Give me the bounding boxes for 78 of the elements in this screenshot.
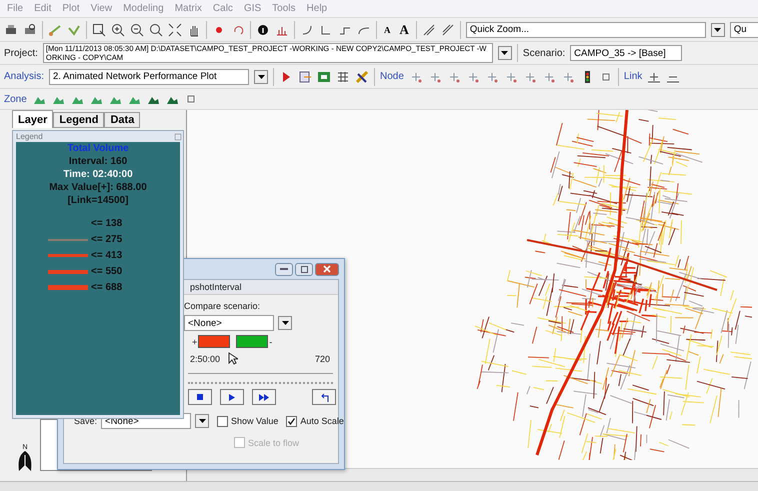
zone-label: Zone [4,94,27,104]
font-size-button[interactable]: A [398,22,411,38]
film-icon[interactable] [317,70,332,84]
legend-class-label: <= 275 [91,234,122,245]
stop-icon [197,394,203,400]
node-label: Node [380,71,404,82]
quick-zoom-field[interactable]: Quick Zoom... [466,22,706,38]
caret-icon [198,419,206,423]
close-button[interactable] [315,262,339,276]
checkbox-label: Scale to flow [248,438,300,448]
search-field[interactable]: Qu [730,22,758,38]
play-icon [229,394,235,400]
full-extent-icon[interactable] [168,22,182,36]
compare-scenario-label: Compare scenario: [184,301,262,311]
export-icon[interactable] [298,70,312,84]
start-time-label: 2:50:00 [190,354,220,364]
legend-heading: Total Volume [67,143,129,154]
legend-class-label: <= 688 [91,282,122,293]
scenario-label: Scenario: [522,48,566,58]
checkbox[interactable] [286,416,298,426]
legend-time: Time: 02:40:00 [63,169,133,180]
zoom-out-icon[interactable] [130,22,144,36]
checkbox-label: Show Value [231,416,278,426]
analysis-field[interactable]: 2. Animated Network Performance Plot [49,68,250,84]
maximize-button[interactable] [295,262,313,276]
legend-class-label: <= 413 [91,250,122,261]
printer-icon[interactable] [4,22,18,36]
fast-forward-button[interactable] [252,389,276,405]
caret-icon [282,321,288,325]
panel-tab[interactable]: Layer [12,110,54,128]
return-button[interactable] [312,389,336,405]
caret-icon [714,28,722,32]
caret-icon [501,51,508,55]
zoom-in-icon[interactable] [111,22,125,36]
dropdown-button[interactable] [710,22,725,36]
link-label: Link [624,71,642,82]
analysis-label: Analysis: [4,71,44,82]
return-icon [320,392,328,402]
zoom-box-icon[interactable] [92,22,106,36]
plus-label: + [192,336,198,346]
end-value-label: 720 [314,354,330,364]
panel-tab[interactable]: Legend [53,112,104,128]
panel-tab[interactable]: Data [104,112,140,128]
compare-scenario-field[interactable]: <None> [184,315,274,331]
grid-icon[interactable] [336,70,350,84]
fast-forward-icon [259,394,269,400]
info-icon[interactable] [256,22,270,36]
project-label: Project: [4,48,38,58]
checkbox-label: Auto Scale [300,416,344,426]
minus-label: - [269,336,272,346]
checkbox[interactable] [217,416,228,426]
close-icon [323,265,331,273]
increase-color-swatch[interactable] [198,335,230,348]
dialog-tab[interactable]: pshotInterval [190,282,242,292]
legend-title: Legend [16,132,43,141]
dropdown-button[interactable] [254,70,268,84]
north-arrow-icon [18,451,32,471]
print-preview-icon[interactable] [23,22,37,36]
dropdown-button[interactable] [278,316,292,330]
font-size-button[interactable]: A [382,24,392,34]
legend-interval: Interval: 160 [68,156,128,167]
legend-class-label: <= 138 [91,218,122,229]
horizontal-scrollbar[interactable] [187,468,758,481]
check-icon [288,418,296,424]
scenario-field[interactable]: CAMPO_35 -> [Base] [570,45,682,61]
caret-icon [258,74,265,78]
maximize-icon [300,266,308,272]
decrease-color-swatch[interactable] [236,335,268,348]
legend-max-value: Max Value[+]: 688.00 [49,182,147,193]
stop-button[interactable] [188,389,212,405]
play-button[interactable] [220,389,244,405]
legend-class-label: <= 550 [91,266,122,277]
dropdown-button[interactable] [498,46,512,60]
dropdown-button[interactable] [195,414,210,428]
minimize-button[interactable] [275,262,293,276]
minimize-icon [280,268,288,270]
cursor-icon [228,352,238,365]
zoom-icon[interactable] [149,22,163,36]
